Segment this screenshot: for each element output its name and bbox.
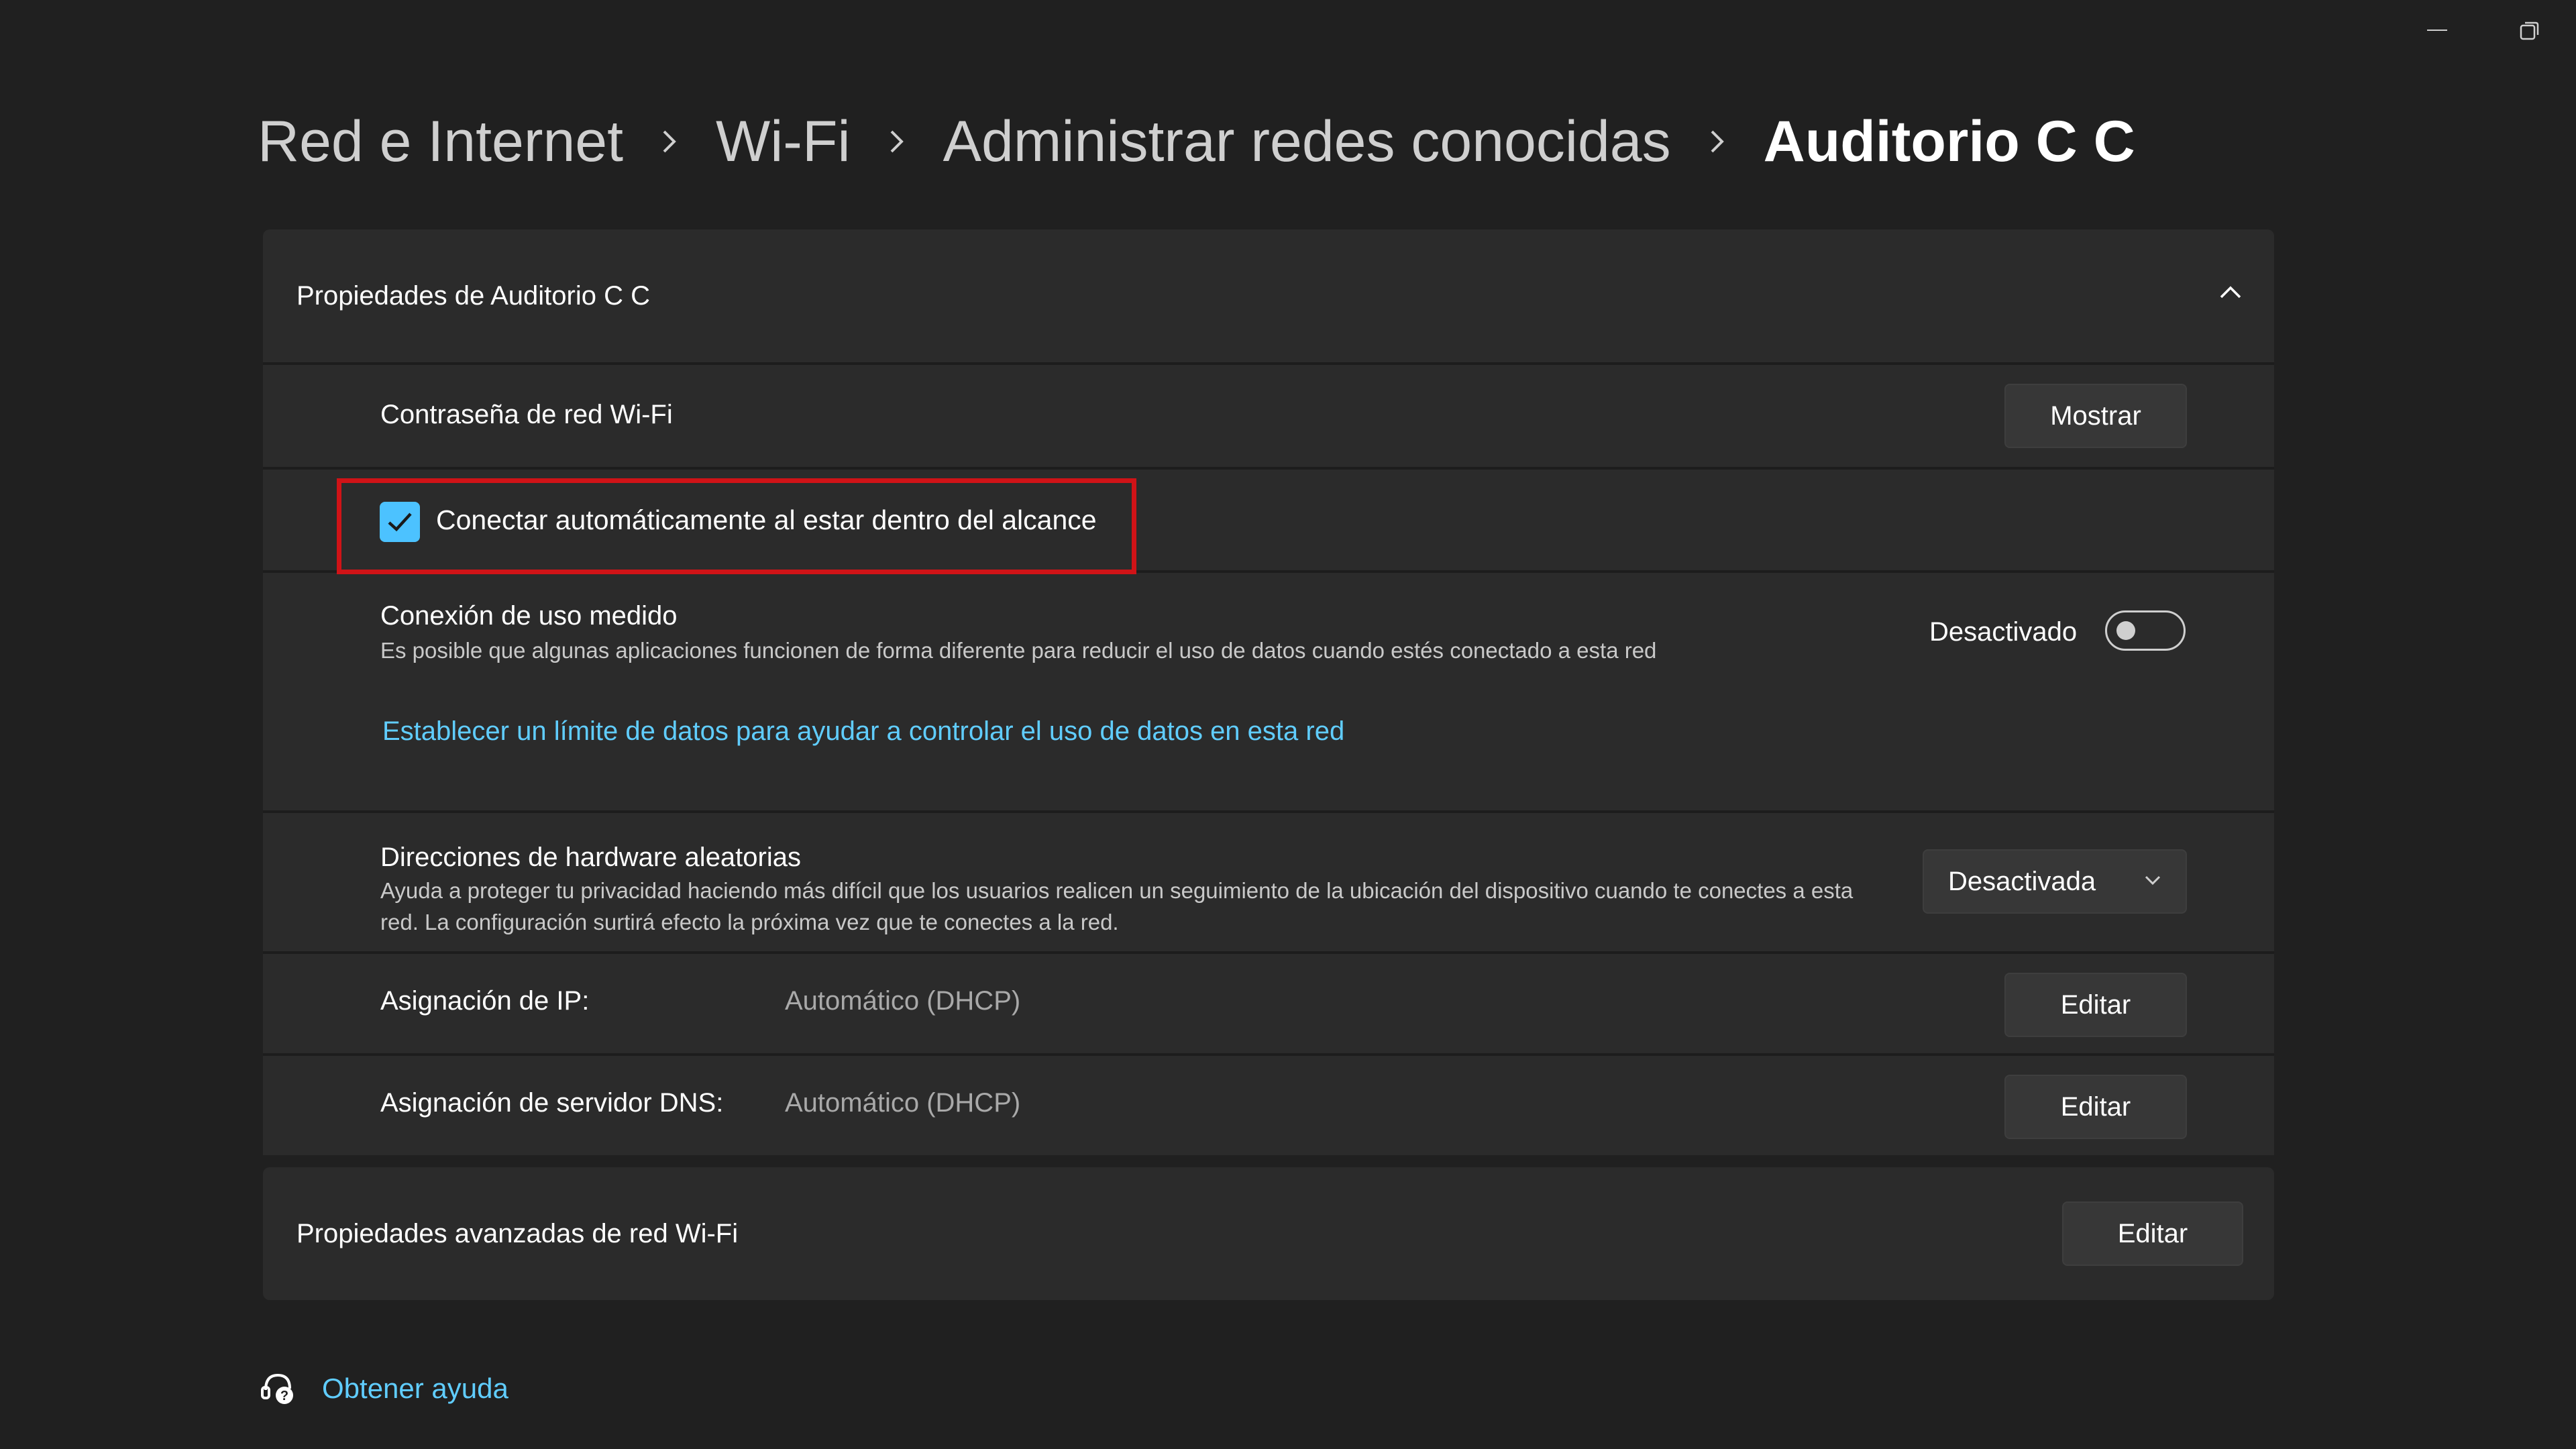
get-help-link[interactable]: Obtener ayuda <box>322 1373 508 1405</box>
metered-description: Es posible que algunas aplicaciones func… <box>380 638 1657 663</box>
checkmark-icon <box>388 513 412 532</box>
breadcrumb-item-red-e-internet[interactable]: Red e Internet <box>258 113 623 170</box>
properties-header[interactable]: Propiedades de Auditorio C C <box>263 229 2274 362</box>
breadcrumb-chevron-icon <box>1710 128 1725 155</box>
breadcrumb-item-wifi[interactable]: Wi-Fi <box>716 113 851 170</box>
restore-button[interactable] <box>2483 0 2576 60</box>
metered-label: Conexión de uso medido <box>380 601 678 631</box>
chevron-down-icon <box>2144 875 2161 889</box>
edit-advanced-button[interactable]: Editar <box>2062 1201 2243 1266</box>
chevron-up-icon[interactable] <box>2219 286 2242 303</box>
breadcrumb-item-known-networks[interactable]: Administrar redes conocidas <box>943 113 1671 170</box>
restore-icon <box>2520 21 2539 40</box>
dns-label: Asignación de servidor DNS: <box>380 1088 724 1118</box>
random-hw-dropdown[interactable]: Desactivada <box>1923 849 2187 914</box>
ip-row: Asignación de IP: Automático (DHCP) Edit… <box>263 951 2274 1053</box>
advanced-panel: Propiedades avanzadas de red Wi-Fi Edita… <box>263 1167 2274 1300</box>
properties-panel: Propiedades de Auditorio C C Contraseña … <box>263 229 2274 1155</box>
dns-value: Automático (DHCP) <box>785 1088 1021 1118</box>
window-controls <box>2391 0 2576 60</box>
random-hw-description: Ayuda a proteger tu privacidad haciendo … <box>380 878 1854 934</box>
edit-dns-button[interactable]: Editar <box>2004 1075 2187 1139</box>
random-hw-selected: Desactivada <box>1948 867 2096 896</box>
ip-label: Asignación de IP: <box>380 986 590 1016</box>
show-password-button[interactable]: Mostrar <box>2004 384 2187 448</box>
help-chat-icon: ? <box>258 1368 298 1409</box>
ip-value: Automático (DHCP) <box>785 986 1021 1016</box>
edit-ip-button[interactable]: Editar <box>2004 973 2187 1037</box>
breadcrumb: Red e Internet Wi-Fi Administrar redes c… <box>258 113 2135 170</box>
svg-text:?: ? <box>280 1389 288 1403</box>
advanced-title: Propiedades avanzadas de red Wi-Fi <box>297 1219 739 1248</box>
auto-connect-checkbox[interactable] <box>380 502 420 542</box>
metered-toggle[interactable] <box>2105 610 2186 651</box>
password-label: Contraseña de red Wi-Fi <box>380 400 673 429</box>
minimize-icon <box>2427 30 2447 31</box>
data-limit-link[interactable]: Establecer un límite de datos para ayuda… <box>382 716 1344 747</box>
password-row: Contraseña de red Wi-Fi Mostrar <box>263 362 2274 467</box>
breadcrumb-chevron-icon <box>890 128 904 155</box>
properties-title: Propiedades de Auditorio C C <box>297 281 650 311</box>
help-section: ? Obtener ayuda <box>258 1368 508 1409</box>
dns-row: Asignación de servidor DNS: Automático (… <box>263 1053 2274 1155</box>
auto-connect-label: Conectar automáticamente al estar dentro… <box>436 504 1097 535</box>
breadcrumb-current: Auditorio C C <box>1763 109 2135 174</box>
metered-row: Conexión de uso medido Es posible que al… <box>263 570 2274 810</box>
metered-state-label: Desactivado <box>1929 617 2078 647</box>
random-hw-label: Direcciones de hardware aleatorias <box>380 843 801 872</box>
minimize-button[interactable] <box>2391 0 2483 60</box>
toggle-knob <box>2116 621 2135 640</box>
breadcrumb-chevron-icon <box>662 128 677 155</box>
